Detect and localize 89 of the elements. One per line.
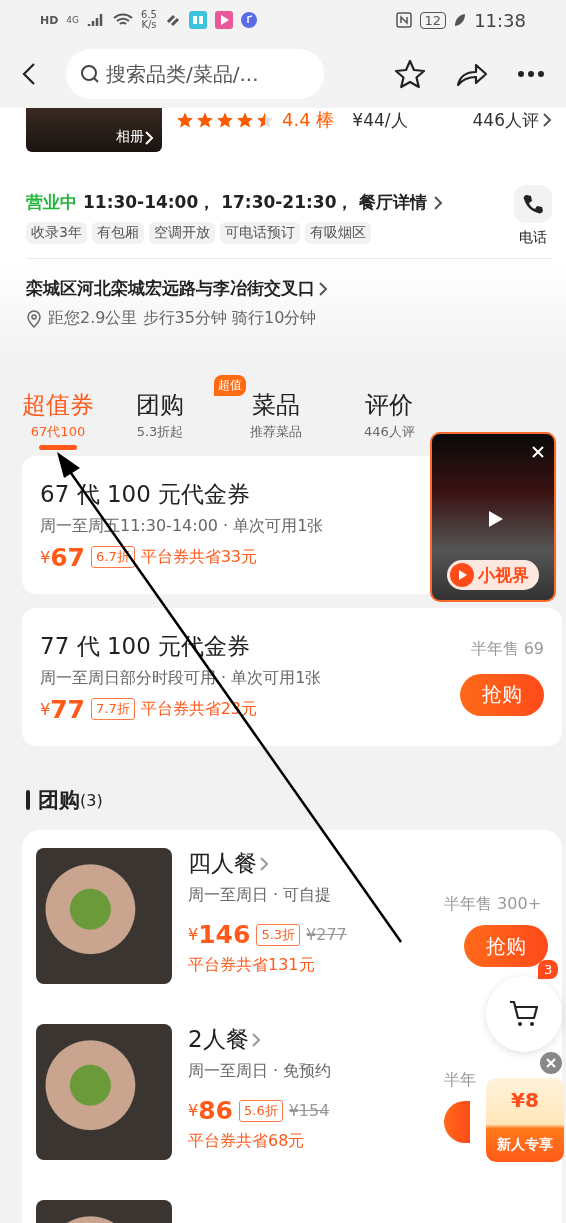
cart-icon — [509, 1000, 539, 1028]
promo-amount: ¥8 — [511, 1088, 539, 1112]
cart-count-badge: 3 — [538, 960, 559, 979]
app-icon — [164, 12, 181, 28]
savings-text: 平台券共省68元 — [188, 1131, 305, 1152]
play-icon — [488, 510, 504, 528]
section-title: 团购 — [38, 787, 80, 814]
open-status: 营业中 — [26, 191, 77, 214]
discount-tag: 7.7折 — [91, 698, 135, 720]
clock-time: 11:38 — [474, 9, 526, 31]
feature-tag: 有包厢 — [91, 222, 144, 244]
battery-level: 12 — [419, 11, 447, 29]
voucher-price: 67 — [50, 542, 85, 572]
chevron-right-icon — [433, 194, 444, 211]
savings-text: 平台券共省131元 — [188, 955, 315, 976]
feature-tag: 有吸烟区 — [304, 222, 371, 244]
deal-terms: 周一至周日 · 可自提 — [188, 885, 332, 906]
deal-price: 86 — [198, 1096, 233, 1125]
location-pin-icon — [26, 309, 42, 328]
chevron-right-icon — [318, 280, 328, 297]
deal-title[interactable]: 四人餐 — [188, 848, 269, 879]
discount-tag: 5.3折 — [256, 923, 301, 946]
close-icon — [532, 446, 544, 458]
food-photo[interactable] — [36, 1024, 172, 1160]
book-app-icon — [188, 11, 207, 29]
sales-count: 半年 — [444, 1070, 476, 1091]
play-app-icon — [214, 11, 233, 29]
original-price: ¥154 — [288, 1101, 330, 1120]
original-price: ¥277 — [306, 925, 347, 944]
opening-hours: 11:30-14:00， 17:30-21:30， — [83, 191, 354, 214]
section-tab[interactable]: 菜品 推荐菜品 — [250, 375, 364, 441]
deal-title[interactable]: 2人餐 — [188, 1024, 261, 1055]
currency-symbol: ¥ — [40, 699, 51, 719]
restaurant-details-link[interactable]: 餐厅详情 — [359, 191, 428, 214]
chevron-right-icon — [259, 855, 269, 872]
deal-terms: 周一至周日 · 免预约 — [188, 1061, 332, 1082]
sales-count: 半年售 69 — [470, 638, 544, 660]
star-icon — [176, 111, 194, 129]
more-icon — [518, 70, 544, 78]
savings-text: 平台券共省33元 — [140, 546, 258, 568]
currency-symbol: ¥ — [188, 925, 199, 944]
food-photo[interactable] — [36, 848, 172, 984]
tab-badge: 超值 — [214, 375, 246, 396]
rating-score: 4.4 棒 — [282, 108, 335, 132]
nfc-icon — [395, 12, 412, 28]
feature-tag: 收录3年 — [26, 222, 87, 244]
chevron-right-icon — [250, 1031, 261, 1048]
network-speed: 6.5 — [141, 10, 157, 20]
network-type: 4G — [66, 15, 80, 25]
phone-icon — [523, 194, 543, 214]
share-icon — [456, 61, 488, 87]
star-icon — [236, 111, 254, 129]
section-count: (3) — [80, 790, 103, 810]
leaf-icon — [454, 13, 467, 27]
hd-indicator: HD — [40, 14, 59, 26]
star-icon — [196, 111, 214, 129]
back-icon — [22, 62, 36, 86]
star-icon — [256, 111, 274, 129]
star-outline-icon — [394, 59, 426, 89]
album-link[interactable]: 相册 — [116, 128, 144, 146]
price-per-person: ¥44/人 — [352, 108, 408, 132]
restaurant-photo[interactable]: 相册 — [26, 108, 162, 152]
sales-count: 半年售 300+ — [444, 894, 542, 915]
search-field[interactable]: 搜索品类/菜品/... — [66, 49, 324, 99]
section-marker — [26, 790, 30, 810]
promo-label: 新人专享 — [497, 1136, 553, 1154]
play-circle-icon — [450, 563, 474, 587]
reviews-link[interactable]: 446人评 — [472, 108, 552, 132]
currency-symbol: ¥ — [40, 547, 51, 567]
chevron-right-icon — [144, 130, 154, 146]
section-tab[interactable]: 团购 5.3折起 超值 — [136, 375, 250, 441]
distance-info: 距您2.9公里 步行35分钟 骑行10分钟 — [48, 308, 317, 329]
chevron-right-icon — [542, 112, 552, 128]
voucher-price: 77 — [50, 694, 85, 724]
deal-price: 146 — [198, 920, 251, 949]
search-icon — [80, 64, 100, 84]
address-link[interactable]: 栾城区河北栾城宏远路与李冶街交叉口 — [26, 277, 552, 300]
tab-underline — [39, 445, 77, 450]
buy-button[interactable] — [444, 1101, 470, 1143]
discount-tag: 5.6折 — [239, 1099, 283, 1122]
discount-tag: 6.7折 — [91, 546, 135, 568]
currency-symbol: ¥ — [188, 1101, 199, 1120]
phone-button[interactable] — [514, 185, 552, 223]
feature-tag: 空调开放 — [148, 222, 215, 244]
feature-tag: 可电话预订 — [219, 222, 300, 244]
phone-label: 电话 — [519, 229, 547, 247]
star-icon — [216, 111, 234, 129]
music-app-icon — [240, 12, 257, 28]
speed-unit: K/s — [141, 20, 157, 30]
